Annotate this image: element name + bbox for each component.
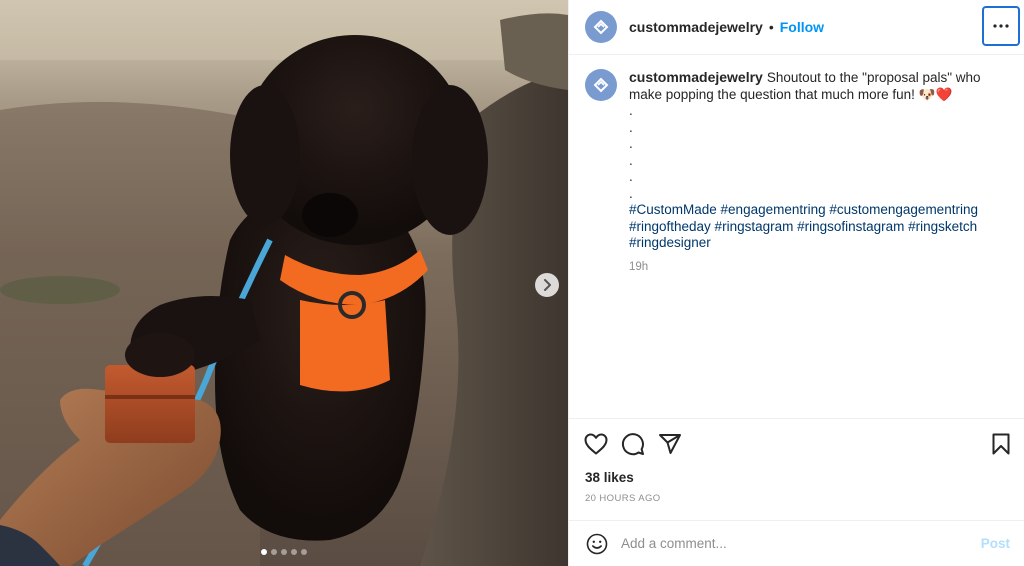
like-count[interactable]: 38 likes: [585, 470, 634, 485]
action-bar: [583, 431, 1014, 457]
caption-hashtags[interactable]: #CustomMade #engagementring #customengag…: [629, 202, 989, 252]
bookmark-icon: [992, 433, 1010, 455]
share-button[interactable]: [657, 431, 683, 457]
comment-box: Post: [569, 520, 1024, 566]
caption-username[interactable]: custommadejewelry: [629, 69, 763, 85]
carousel-dot: [281, 549, 287, 555]
brand-logo-icon: [593, 19, 609, 35]
caption-dot-line: .: [629, 119, 633, 135]
instagram-post: custommadejewelry • Follow custommadejew…: [0, 0, 1024, 566]
carousel-dot: [261, 549, 267, 555]
chevron-right-icon: [544, 279, 551, 291]
post-media: [0, 0, 568, 566]
caption-dot-line: .: [629, 136, 633, 151]
caption-dot-line: .: [629, 185, 633, 201]
like-button[interactable]: [583, 431, 609, 457]
brand-logo-icon: [593, 77, 609, 93]
save-button[interactable]: [988, 431, 1014, 457]
post-comment-button[interactable]: Post: [981, 536, 1010, 551]
heart-icon: [584, 433, 608, 455]
carousel-dot: [301, 549, 307, 555]
carousel-indicator: [0, 549, 568, 555]
header-username[interactable]: custommadejewelry: [629, 19, 763, 35]
carousel-dot: [271, 549, 277, 555]
caption-section: custommadejewelry Shoutout to the "propos…: [569, 55, 1024, 418]
caption-dots: . . . . . .: [629, 103, 989, 202]
next-slide-button[interactable]: [535, 273, 559, 297]
smiley-icon: [586, 533, 608, 554]
post-date: 20 HOURS AGO: [585, 493, 661, 504]
emoji-button[interactable]: [585, 532, 609, 556]
post-sidebar: custommadejewelry • Follow custommadejew…: [568, 0, 1024, 566]
carousel-dot: [291, 549, 297, 555]
post-photo: [0, 0, 568, 566]
follow-button[interactable]: Follow: [780, 19, 824, 35]
avatar[interactable]: [585, 11, 617, 43]
more-options-button[interactable]: [982, 6, 1020, 46]
paper-plane-icon: [659, 434, 681, 454]
more-horizontal-icon: [993, 24, 1009, 28]
caption-dot-line: .: [629, 152, 633, 168]
avatar[interactable]: [585, 69, 617, 101]
post-caption: custommadejewelry Shoutout to the "propos…: [629, 69, 989, 418]
caption-dot-line: .: [629, 169, 633, 184]
comment-button[interactable]: [620, 431, 646, 457]
comment-icon: [622, 433, 644, 456]
comment-input[interactable]: [621, 536, 981, 551]
caption-time[interactable]: 19h: [629, 259, 989, 276]
separator-dot: •: [768, 19, 774, 35]
post-actions-section: 38 likes 20 HOURS AGO: [569, 418, 1024, 520]
post-header: custommadejewelry • Follow: [569, 0, 1024, 55]
caption-dot-line: .: [629, 103, 633, 118]
